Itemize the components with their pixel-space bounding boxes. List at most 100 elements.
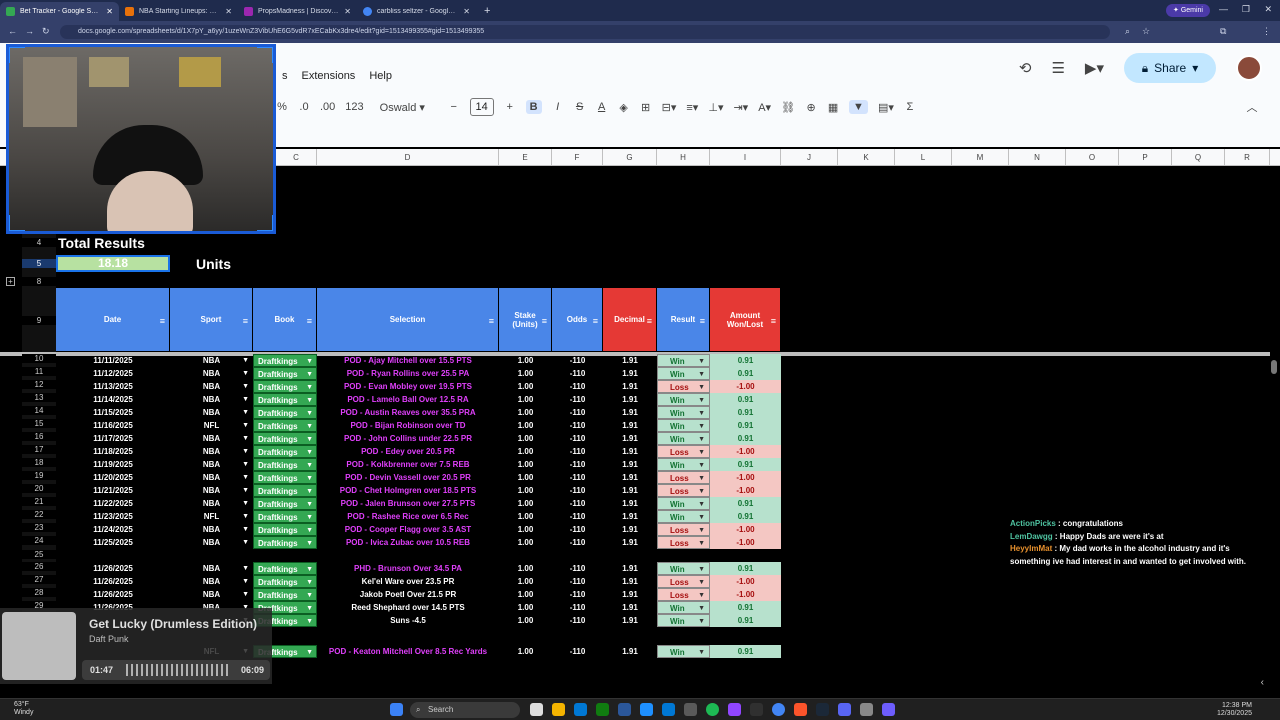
row-number[interactable]: 19 [22,471,56,480]
store-icon[interactable] [618,703,631,716]
total-units-cell[interactable]: 18.18 [56,255,170,272]
book-dropdown[interactable]: Draftkings ▼ [253,575,317,588]
row-number[interactable]: 12 [22,380,56,389]
close-tab-icon[interactable]: ✕ [225,7,232,16]
dropdown-arrow-icon[interactable]: ▼ [242,458,249,471]
book-dropdown[interactable]: Draftkings ▼ [253,588,317,601]
amount-cell[interactable]: -1.00 [710,523,781,536]
result-dropdown[interactable]: Loss ▼ [657,588,710,601]
amount-cell[interactable]: 0.91 [710,406,781,419]
back-icon[interactable]: ← [8,26,17,36]
book-dropdown[interactable]: Draftkings ▼ [253,471,317,484]
dropdown-arrow-icon[interactable]: ▼ [698,472,705,483]
row-number[interactable]: 5 [22,259,56,268]
table-row[interactable]: 11/11/2025 NBA ▼ Draftkings ▼ POD - Ajay Mitc… [56,354,781,367]
browser-tab[interactable]: Bet Tracker - Google Sheets ✕ [0,2,119,21]
system-clock[interactable]: 12:38 PM 12/30/2025 [1217,702,1252,718]
decimal-cell[interactable]: 1.91 [603,406,657,419]
decimal-cell[interactable]: 1.91 [603,419,657,432]
dropdown-arrow-icon[interactable]: ▼ [698,459,705,470]
merge-cells-icon[interactable]: ⊟▾ [662,101,677,114]
brave-icon[interactable] [794,703,807,716]
column-header[interactable]: G [603,149,657,166]
dropdown-arrow-icon[interactable]: ▼ [306,472,313,483]
dropdown-arrow-icon[interactable]: ▼ [306,446,313,457]
avatar[interactable] [1236,55,1262,81]
amount-cell[interactable]: -1.00 [710,575,781,588]
dropdown-arrow-icon[interactable]: ▼ [698,615,705,626]
header-decimal[interactable]: Decimal ≡ [603,288,657,351]
dropdown-arrow-icon[interactable]: ▼ [306,433,313,444]
result-dropdown[interactable]: Win ▼ [657,601,710,614]
dropdown-arrow-icon[interactable]: ▼ [306,381,313,392]
extensions-icon[interactable]: ⧉ [1220,26,1226,37]
odds-cell[interactable]: -110 [552,601,603,614]
table-row[interactable]: 11/21/2025 NBA ▼ Draftkings ▼ POD - Chet Holm… [56,484,781,497]
italic-icon[interactable]: I [552,101,564,113]
date-cell[interactable]: 11/21/2025 [56,484,170,497]
horizontal-align-icon[interactable]: ≡▾ [686,101,698,114]
header-result[interactable]: Result ≡ [657,288,710,351]
book-dropdown[interactable]: Draftkings ▼ [253,523,317,536]
dropdown-arrow-icon[interactable]: ▼ [306,602,313,613]
odds-cell[interactable]: -110 [552,484,603,497]
dropdown-arrow-icon[interactable]: ▼ [698,368,705,379]
increase-font-size-icon[interactable]: + [504,101,516,113]
row-number[interactable]: 23 [22,523,56,532]
sport-cell[interactable]: NFL ▼ [170,419,253,432]
dropdown-arrow-icon[interactable]: ▼ [698,524,705,535]
share-button[interactable]: 🔒︎ Share ▾ [1124,53,1216,83]
amount-cell[interactable]: -1.00 [710,445,781,458]
stake-cell[interactable]: 1.00 [499,523,552,536]
vertical-align-icon[interactable]: ⊥▾ [708,101,723,114]
menu-item-extensions[interactable]: Extensions [302,70,356,82]
text-rotation-icon[interactable]: A▾ [758,101,771,114]
dropdown-arrow-icon[interactable]: ▼ [306,355,313,366]
decimal-cell[interactable]: 1.91 [603,484,657,497]
table-row[interactable]: 11/22/2025 NBA ▼ Draftkings ▼ POD - Jalen Bru… [56,497,781,510]
selection-cell[interactable]: PHD - Brunson Over 34.5 PA [317,562,499,575]
table-row[interactable]: 11/16/2025 NFL ▼ Draftkings ▼ POD - Bijan Rob… [56,419,781,432]
amount-cell[interactable]: -1.00 [710,380,781,393]
sport-cell[interactable]: NBA ▼ [170,484,253,497]
row-number[interactable]: 14 [22,406,56,415]
dropdown-arrow-icon[interactable]: ▼ [698,433,705,444]
row-number[interactable]: 24 [22,536,56,545]
xbox-icon[interactable] [596,703,609,716]
column-header[interactable]: D [317,149,499,166]
stake-cell[interactable]: 1.00 [499,432,552,445]
decrease-decimal-button[interactable]: .0 [298,101,310,113]
expand-group-icon[interactable]: + [6,277,15,286]
amount-cell[interactable]: 0.91 [710,562,781,575]
odds-cell[interactable]: -110 [552,471,603,484]
result-dropdown[interactable]: Loss ▼ [657,575,710,588]
decimal-cell[interactable]: 1.91 [603,614,657,627]
sport-cell[interactable]: NBA ▼ [170,523,253,536]
book-dropdown[interactable]: Draftkings ▼ [253,380,317,393]
result-dropdown[interactable]: Loss ▼ [657,380,710,393]
dropdown-arrow-icon[interactable]: ▼ [306,498,313,509]
close-tab-icon[interactable]: ✕ [106,7,113,16]
stake-cell[interactable]: 1.00 [499,458,552,471]
decimal-cell[interactable]: 1.91 [603,367,657,380]
borders-icon[interactable]: ⊞ [640,101,652,114]
book-dropdown[interactable]: Draftkings ▼ [253,458,317,471]
table-row[interactable]: 11/12/2025 NBA ▼ Draftkings ▼ POD - Ryan Roll… [56,367,781,380]
table-row[interactable]: 11/19/2025 NBA ▼ Draftkings ▼ POD - Kolkbrenn… [56,458,781,471]
stake-cell[interactable]: 1.00 [499,393,552,406]
decimal-cell[interactable]: 1.91 [603,471,657,484]
dropdown-arrow-icon[interactable]: ▼ [698,511,705,522]
steam-icon[interactable] [816,703,829,716]
header-amount[interactable]: Amount Won/Lost ≡ [710,288,781,351]
functions-icon[interactable]: Σ [904,101,916,113]
amount-cell[interactable]: 0.91 [710,510,781,523]
stake-cell[interactable]: 1.00 [499,419,552,432]
selection-cell[interactable]: Suns -4.5 [317,614,499,627]
odds-cell[interactable]: -110 [552,432,603,445]
row-number[interactable]: 9 [22,316,56,325]
weather-widget[interactable]: 63°F Windy [14,701,33,717]
dropdown-arrow-icon[interactable]: ▼ [242,380,249,393]
decimal-cell[interactable]: 1.91 [603,458,657,471]
decimal-cell[interactable]: 1.91 [603,380,657,393]
amount-cell[interactable]: 0.91 [710,601,781,614]
